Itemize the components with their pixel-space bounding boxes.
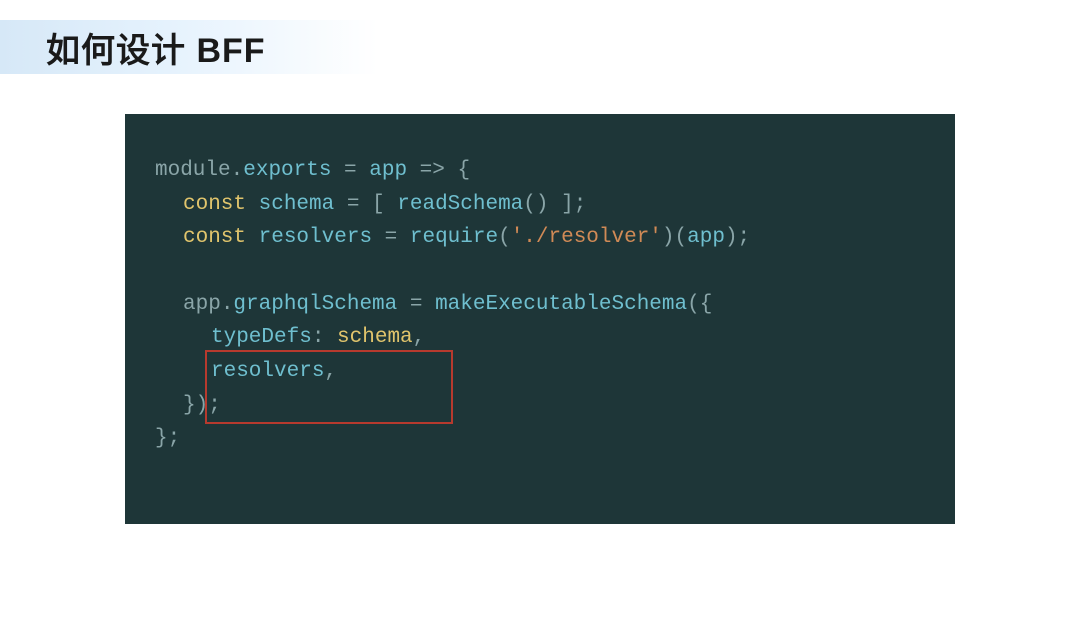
blank-line xyxy=(155,255,925,288)
code-line-8: }; xyxy=(155,422,925,456)
code-line-3: const resolvers = require('./resolver')(… xyxy=(155,221,925,255)
page-title: 如何设计 BFF xyxy=(0,23,266,72)
code-block: module.exports = app => { const schema =… xyxy=(125,114,955,524)
code-line-2: const schema = [ readSchema() ]; xyxy=(155,188,925,222)
code-line-7: }); xyxy=(155,389,925,423)
title-banner: 如何设计 BFF xyxy=(0,20,1080,74)
code-line-6: resolvers, xyxy=(155,355,925,389)
code-line-1: module.exports = app => { xyxy=(155,154,925,188)
code-line-5: typeDefs: schema, xyxy=(155,321,925,355)
code-line-4: app.graphqlSchema = makeExecutableSchema… xyxy=(155,288,925,322)
